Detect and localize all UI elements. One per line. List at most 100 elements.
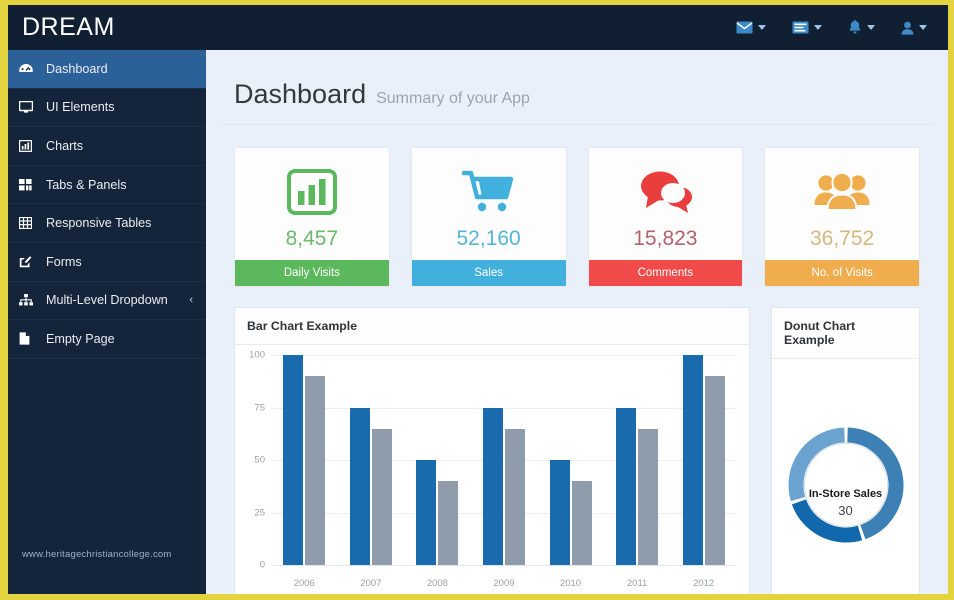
messages-dropdown[interactable]	[723, 5, 779, 50]
bar[interactable]	[616, 407, 637, 566]
stat-card-no-of-visits[interactable]: 36,752 No. of Visits	[764, 147, 920, 288]
x-axis-tick-label: 2012	[693, 578, 715, 590]
bar[interactable]	[371, 428, 392, 566]
file-icon	[19, 332, 38, 346]
sidebar-item-empty-page[interactable]: Empty Page	[8, 320, 206, 359]
y-axis-tick-label: 100	[249, 349, 265, 361]
bar[interactable]	[305, 376, 326, 566]
bar[interactable]	[571, 481, 592, 566]
stat-card-value: 15,823	[633, 227, 698, 250]
sidebar: Dashboard UI Elements Charts Tabs & Pane…	[8, 50, 206, 594]
panels-icon	[19, 178, 38, 191]
stat-card-sales[interactable]: 52,160 Sales	[410, 147, 567, 288]
sidebar-item-label: UI Elements	[46, 100, 115, 115]
sidebar-item-multi-level-dropdown[interactable]: Multi-Level Dropdown ‹	[8, 282, 206, 321]
sidebar-item-charts[interactable]: Charts	[8, 127, 206, 166]
stat-card-value: 36,752	[810, 227, 875, 250]
stat-card-value: 52,160	[456, 227, 521, 250]
donut-chart-svg[interactable]	[781, 420, 911, 550]
chevron-left-icon: ‹	[189, 294, 193, 307]
page-header: Dashboard Summary of your App	[220, 50, 934, 125]
tasks-dropdown[interactable]	[779, 5, 835, 50]
page-subtitle: Summary of your App	[376, 90, 530, 107]
desktop-icon	[19, 101, 38, 113]
notifications-dropdown[interactable]	[835, 5, 888, 50]
envelope-icon	[736, 21, 753, 34]
bar-group	[482, 355, 525, 566]
bar-chart-icon	[243, 165, 381, 219]
chevron-down-icon	[758, 25, 766, 30]
sidebar-item-responsive-tables[interactable]: Responsive Tables	[8, 204, 206, 243]
stat-card-label: No. of Visits	[765, 260, 919, 287]
x-axis-tick-label: 2010	[559, 578, 582, 590]
donut-inner-ring	[803, 443, 888, 527]
bar-group	[616, 355, 659, 566]
sidebar-item-label: Dashboard	[46, 61, 108, 76]
stat-card-body: 8,457	[235, 148, 389, 260]
brand-logo[interactable]: DREAM	[8, 5, 115, 50]
stat-card-label: Daily Visits	[235, 260, 389, 287]
bar-group	[416, 355, 459, 566]
y-axis-tick-label: 50	[254, 454, 265, 466]
sidebar-item-forms[interactable]: Forms	[8, 243, 206, 282]
stat-card-label: Comments	[588, 260, 743, 287]
sidebar-item-label: Multi-Level Dropdown	[46, 293, 168, 308]
sidebar-item-ui-elements[interactable]: UI Elements	[8, 89, 206, 128]
y-axis-tick-label: 0	[259, 559, 265, 571]
x-axis-tick-label: 2007	[360, 578, 382, 590]
stat-card-daily-visits[interactable]: 8,457 Daily Visits	[234, 147, 390, 288]
bar[interactable]	[283, 355, 304, 566]
bar-group	[549, 355, 592, 566]
bar[interactable]	[638, 428, 659, 566]
page-title: Dashboard	[234, 79, 367, 109]
donut-chart-panel-body: In-Store Sales 30	[772, 359, 919, 594]
donut-chart-panel-title: Donut Chart Example	[772, 308, 919, 360]
donut-chart-panel: Donut Chart Example In-Store Sales 30	[771, 307, 920, 594]
bar-group	[349, 355, 392, 566]
x-axis-tick-label: 2008	[426, 578, 448, 590]
bar[interactable]	[549, 460, 570, 566]
page-frame: DREAM Dashboard UI Elements Charts Tabs …	[0, 0, 954, 600]
top-navbar: DREAM	[8, 5, 948, 50]
bar[interactable]	[704, 376, 725, 566]
x-axis-tick-label: 2011	[626, 578, 648, 590]
stat-card-comments[interactable]: 15,823 Comments	[587, 147, 744, 288]
bar-group	[682, 355, 725, 566]
edit-icon	[19, 255, 38, 268]
sidebar-item-tabs-panels[interactable]: Tabs & Panels	[8, 166, 206, 205]
bar-chart-panel-body: 0 25 50 75 100 2006 2007 2008 2009 2010 2011 2012	[235, 345, 749, 594]
sidebar-item-dashboard[interactable]: Dashboard	[8, 50, 206, 89]
user-dropdown[interactable]	[888, 5, 940, 50]
y-axis-tick-label: 75	[254, 402, 265, 414]
bar[interactable]	[416, 460, 437, 566]
bar-group	[283, 355, 326, 566]
bar[interactable]	[349, 407, 370, 566]
bar-chart: 0 25 50 75 100 2006 2007 2008 2009 2010 2011 2012	[235, 345, 749, 594]
sidebar-item-label: Tabs & Panels	[46, 177, 127, 192]
stat-card-value: 8,457	[285, 227, 339, 250]
table-icon	[19, 217, 38, 230]
bar[interactable]	[438, 481, 459, 566]
bell-icon	[848, 20, 862, 35]
users-icon	[773, 165, 911, 219]
y-axis-tick-label: 25	[254, 507, 265, 519]
stat-cards-row: 8,457 Daily Visits 52,160 Sales 15,823 C…	[220, 125, 934, 288]
charts-row: Bar Chart Example 0 25 50 75 100 2006 2007 200…	[220, 287, 934, 594]
comments-icon	[597, 165, 735, 219]
watermark-text: www.heritagechristiancollege.com	[22, 549, 172, 560]
stat-card-body: 15,823	[589, 148, 743, 260]
donut-chart: In-Store Sales 30	[772, 359, 919, 594]
app-window: DREAM Dashboard UI Elements Charts Tabs …	[8, 5, 948, 594]
bar[interactable]	[482, 407, 503, 566]
sitemap-icon	[19, 294, 38, 306]
sidebar-item-label: Responsive Tables	[46, 216, 152, 231]
x-axis-tick-label: 2009	[493, 578, 515, 590]
chevron-down-icon	[919, 25, 927, 30]
bar[interactable]	[682, 355, 703, 566]
donut-segment[interactable]	[791, 499, 862, 543]
bar-chart-panel-title: Bar Chart Example	[235, 308, 749, 346]
bar[interactable]	[504, 428, 525, 566]
cart-icon	[420, 165, 558, 219]
chevron-down-icon	[867, 25, 875, 30]
chevron-down-icon	[814, 25, 822, 30]
